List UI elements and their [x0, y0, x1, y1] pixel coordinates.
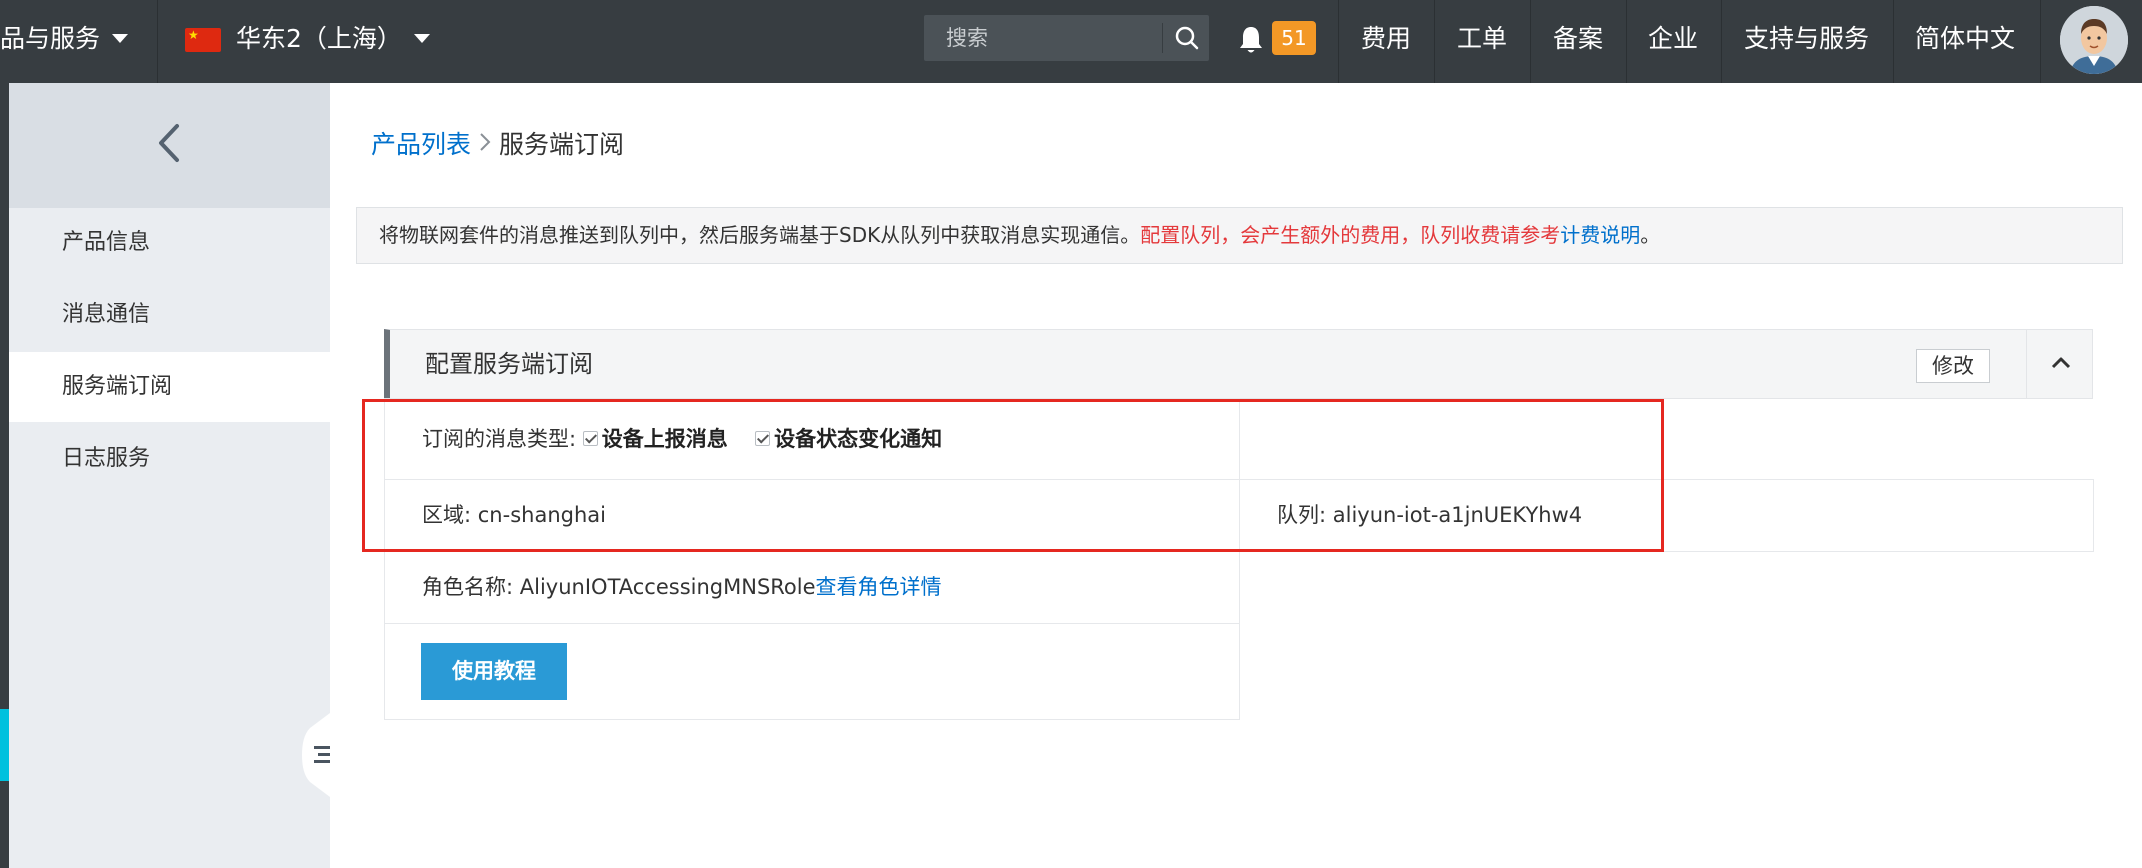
topbar-divider — [1626, 0, 1627, 83]
message-type-device-report: 设备上报消息 — [601, 427, 728, 451]
header-divider — [2026, 329, 2027, 399]
bell-icon[interactable] — [1236, 24, 1266, 56]
sidebar-item-log-service[interactable]: 日志服务 — [9, 424, 330, 494]
search-box — [924, 15, 1209, 61]
nav-item-tickets[interactable]: 工单 — [1457, 0, 1507, 83]
breadcrumb-current: 服务端订阅 — [499, 130, 625, 159]
chevron-up-icon[interactable] — [2050, 352, 2072, 374]
search-icon — [1175, 26, 1199, 50]
search-divider — [1162, 23, 1163, 53]
region-row: 区域: cn-shanghai — [384, 479, 1240, 552]
nav-item-icp-filing[interactable]: 备案 — [1553, 0, 1603, 83]
user-avatar-icon — [2060, 6, 2128, 74]
region-label: 华东2（上海） — [236, 24, 402, 53]
region-label: 区域: — [422, 503, 472, 527]
notice-text: 将物联网套件的消息推送到队列中，然后服务端基于SDK从队列中获取消息实现通信。 — [379, 223, 1141, 247]
message-type-device-status: 设备状态变化通知 — [774, 427, 943, 451]
sidebar-item-messaging[interactable]: 消息通信 — [9, 280, 330, 350]
chevron-left-icon — [159, 124, 179, 162]
panel-title: 配置服务端订阅 — [425, 350, 593, 378]
queue-label: 队列: — [1277, 503, 1327, 527]
topbar-divider — [1338, 0, 1339, 83]
sidebar: 产品信息 消息通信 服务端订阅 日志服务 — [9, 83, 330, 868]
breadcrumb-product-list-link[interactable]: 产品列表 — [371, 130, 471, 159]
menu-collapse-icon — [314, 746, 330, 749]
left-strip-accent — [0, 709, 9, 781]
message-type-row: 订阅的消息类型: 设备上报消息 设备状态变化通知 — [384, 398, 1240, 480]
checkbox-checked-icon — [755, 430, 771, 446]
products-services-label: 品与服务 — [0, 24, 101, 53]
message-type-label: 订阅的消息类型: — [422, 427, 577, 451]
billing-info-link[interactable]: 计费说明 — [1560, 223, 1640, 247]
chevron-down-icon — [112, 33, 129, 43]
chevron-down-icon — [413, 33, 430, 43]
nav-item-enterprise[interactable]: 企业 — [1648, 0, 1698, 83]
notice-suffix: 。 — [1640, 223, 1661, 247]
sidebar-item-product-info[interactable]: 产品信息 — [9, 208, 330, 278]
notice-warning-text: 配置队列，会产生额外的费用，队列收费请参考 — [1140, 223, 1561, 247]
chevron-right-icon — [479, 127, 491, 161]
sidebar-back-button[interactable] — [9, 83, 330, 208]
nav-item-support[interactable]: 支持与服务 — [1744, 0, 1869, 83]
top-navigation-bar: 品与服务 ★ 华东2（上海） 51 费用 工单 备案 企业 支持与服务 简体中文 — [0, 0, 2142, 83]
user-avatar[interactable] — [2060, 6, 2128, 74]
subscription-panel-header: 配置服务端订阅 修改 — [384, 329, 2093, 399]
sidebar-toggle-handle[interactable] — [300, 710, 334, 800]
topbar-divider — [1893, 0, 1894, 83]
region-value: cn-shanghai — [477, 503, 606, 527]
checkbox-checked-icon — [582, 430, 598, 446]
sidebar-item-server-subscription[interactable]: 服务端订阅 — [9, 352, 330, 422]
products-services-menu[interactable]: 品与服务 — [0, 0, 129, 83]
info-notice: 将物联网套件的消息推送到队列中，然后服务端基于SDK从队列中获取消息实现通信。配… — [356, 207, 2123, 264]
role-label: 角色名称: — [422, 575, 514, 599]
search-button[interactable] — [1164, 15, 1209, 61]
topbar-divider — [1434, 0, 1435, 83]
nav-item-billing[interactable]: 费用 — [1361, 0, 1411, 83]
topbar-divider — [1530, 0, 1531, 83]
china-flag-icon: ★ — [185, 28, 221, 52]
topbar-divider — [2040, 0, 2041, 83]
notification-count-badge[interactable]: 51 — [1272, 21, 1316, 55]
topbar-divider — [1721, 0, 1722, 83]
queue-row: 队列: aliyun-iot-a1jnUEKYhw4 — [1239, 479, 2094, 552]
edit-button[interactable]: 修改 — [1916, 349, 1990, 383]
view-role-details-link[interactable]: 查看角色详情 — [816, 575, 942, 599]
breadcrumb: 产品列表 服务端订阅 — [371, 128, 624, 162]
queue-value: aliyun-iot-a1jnUEKYhw4 — [1332, 503, 1583, 527]
region-selector[interactable]: 华东2（上海） — [236, 0, 430, 83]
nav-item-language[interactable]: 简体中文 — [1915, 0, 2015, 83]
tutorial-button[interactable]: 使用教程 — [421, 643, 567, 700]
role-value: AliyunIOTAccessingMNSRole — [519, 575, 816, 599]
role-row: 角色名称: AliyunIOTAccessingMNSRole查看角色详情 — [384, 551, 1240, 624]
topbar-divider — [157, 0, 158, 83]
console-left-strip — [0, 83, 9, 868]
search-input[interactable] — [924, 15, 1162, 61]
